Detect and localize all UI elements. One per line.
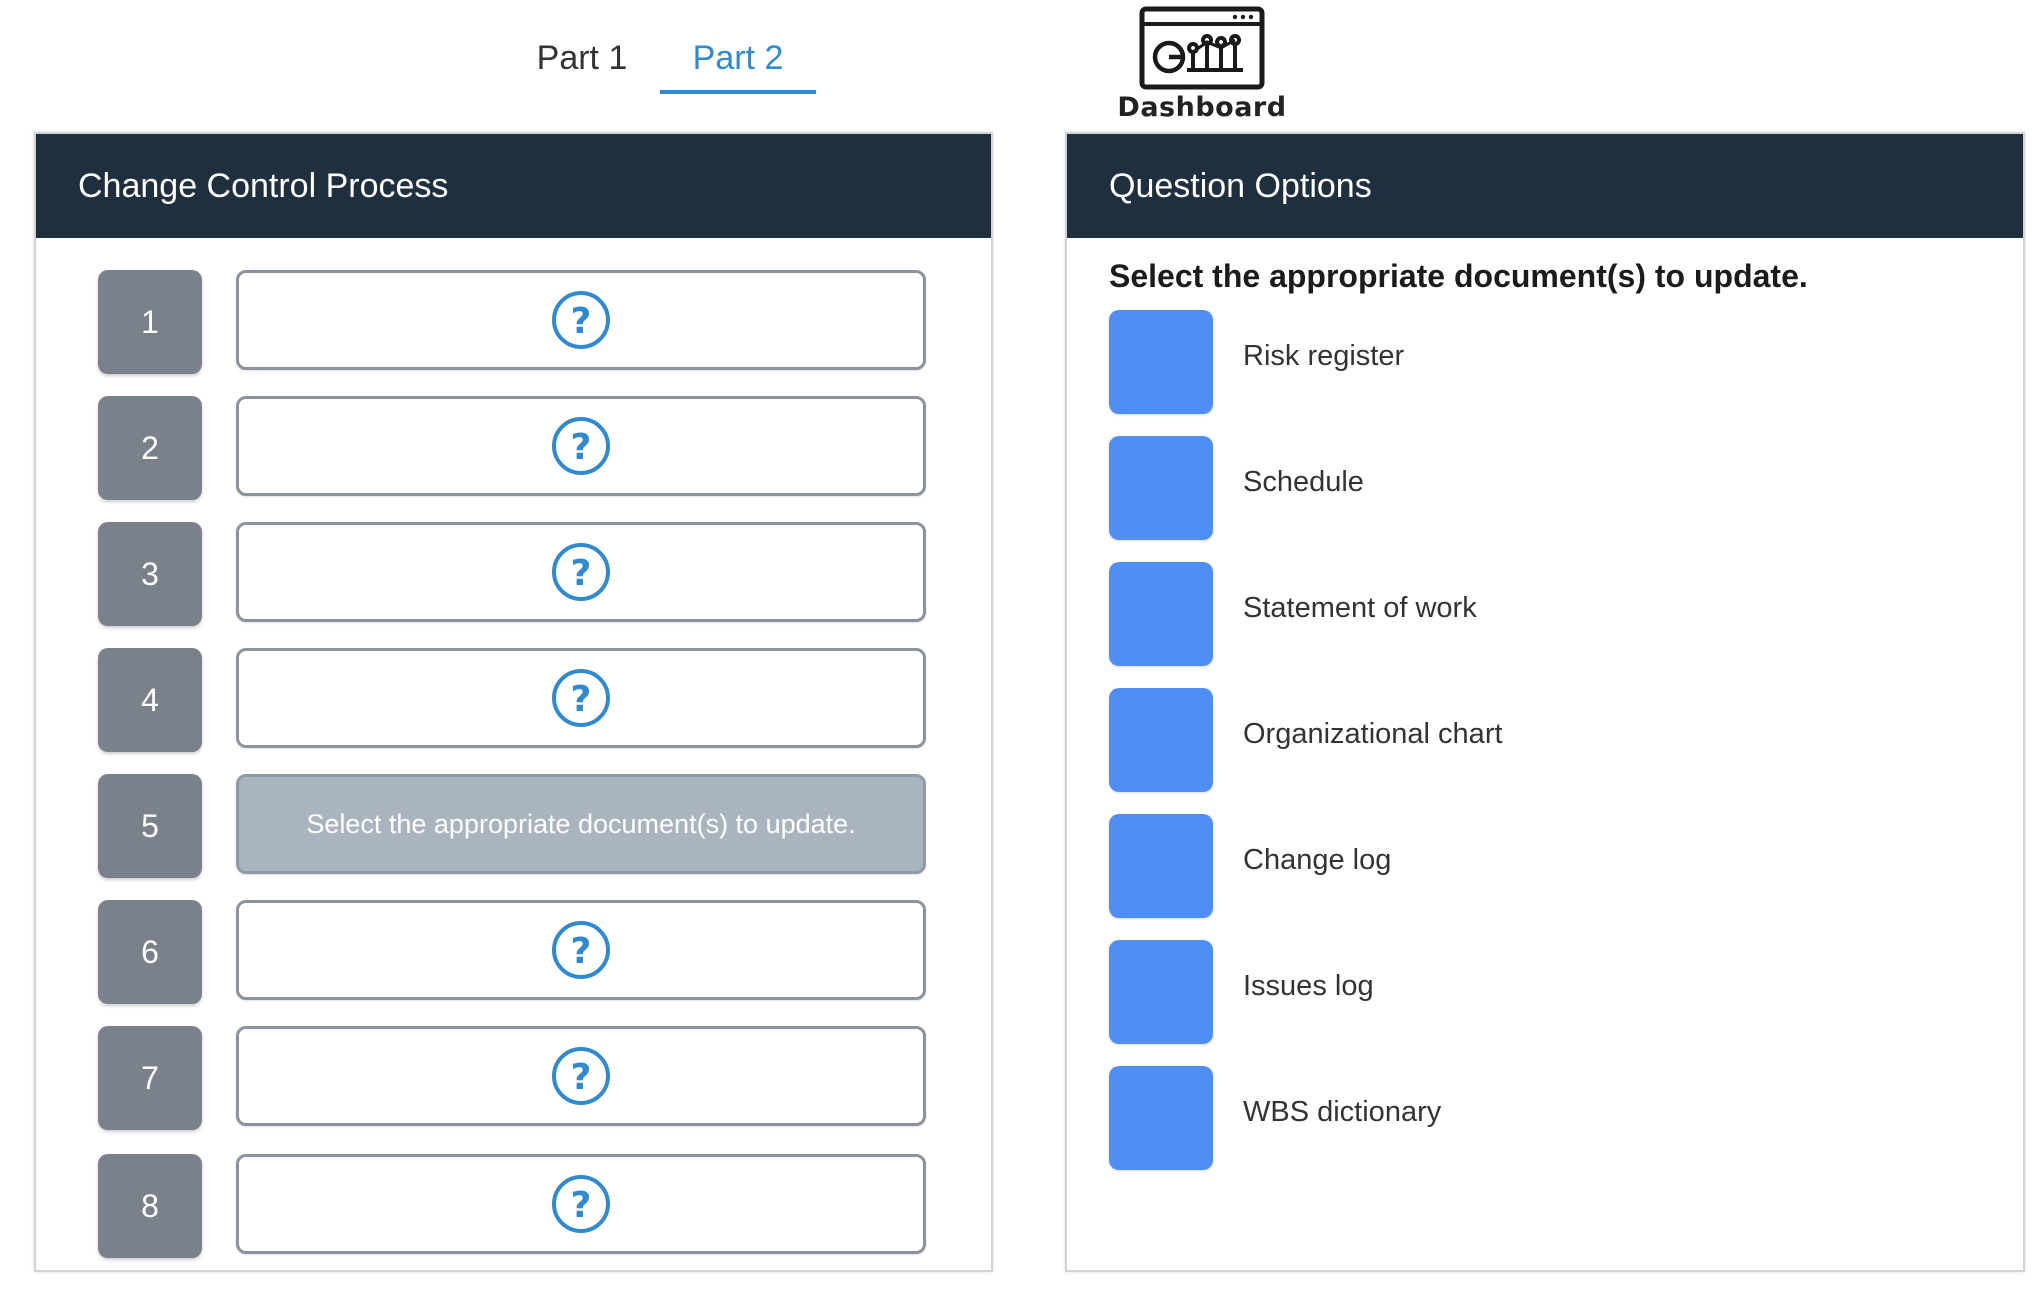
option-label: Organizational chart (1243, 718, 1503, 750)
svg-text:?: ? (571, 553, 592, 594)
step-row-8: 8 ? (98, 1154, 958, 1258)
step-number: 8 (98, 1154, 202, 1258)
question-prompt: Select the appropriate document(s) to up… (1109, 258, 1808, 294)
question-mark-icon: ? (552, 1047, 610, 1105)
question-options-title: Question Options (1067, 134, 2023, 238)
option-checkbox[interactable] (1109, 1066, 1213, 1170)
step-drop-slot-3[interactable]: ? (236, 522, 926, 622)
step-row-5: 5 Select the appropriate document(s) to … (98, 774, 958, 878)
option-organizational-chart[interactable]: Organizational chart (1109, 688, 1909, 792)
change-control-panel: Change Control Process 1 ? 2 ? 3 ? 4 ? 5… (34, 132, 993, 1272)
option-label: Issues log (1243, 970, 1374, 1002)
option-checkbox[interactable] (1109, 814, 1213, 918)
option-label: Schedule (1243, 466, 1364, 498)
step-number: 6 (98, 900, 202, 1004)
question-mark-icon: ? (552, 291, 610, 349)
step-row-1: 1 ? (98, 270, 958, 374)
step-drop-slot-4[interactable]: ? (236, 648, 926, 748)
question-mark-icon: ? (552, 543, 610, 601)
step-row-2: 2 ? (98, 396, 958, 500)
svg-text:?: ? (571, 301, 592, 342)
svg-text:?: ? (571, 1057, 592, 1098)
option-checkbox[interactable] (1109, 940, 1213, 1044)
svg-text:?: ? (571, 679, 592, 720)
step-row-3: 3 ? (98, 522, 958, 626)
tab-part-2[interactable]: Part 2 (660, 22, 816, 94)
option-checkbox[interactable] (1109, 688, 1213, 792)
step-number: 7 (98, 1026, 202, 1130)
option-label: WBS dictionary (1243, 1096, 1442, 1128)
question-options-panel: Question Options Select the appropriate … (1065, 132, 2025, 1272)
dashboard-icon (1139, 6, 1265, 90)
tab-part-1[interactable]: Part 1 (504, 22, 660, 94)
step-drop-slot-1[interactable]: ? (236, 270, 926, 370)
step-row-4: 4 ? (98, 648, 958, 752)
step-drop-slot-6[interactable]: ? (236, 900, 926, 1000)
option-risk-register[interactable]: Risk register (1109, 310, 1909, 414)
option-label: Change log (1243, 844, 1392, 876)
change-control-title: Change Control Process (36, 134, 991, 238)
question-mark-icon: ? (552, 669, 610, 727)
option-schedule[interactable]: Schedule (1109, 436, 1909, 540)
step-drop-slot-5[interactable]: Select the appropriate document(s) to up… (236, 774, 926, 874)
step-number: 2 (98, 396, 202, 500)
option-checkbox[interactable] (1109, 310, 1213, 414)
svg-text:?: ? (571, 931, 592, 972)
dashboard-label: Dashboard (1117, 92, 1287, 123)
app-stage: Part 1 Part 2 Dashboard Change Control P… (0, 0, 2044, 1294)
svg-text:?: ? (571, 1185, 592, 1226)
step-number: 4 (98, 648, 202, 752)
option-checkbox[interactable] (1109, 562, 1213, 666)
option-statement-of-work[interactable]: Statement of work (1109, 562, 1909, 666)
step-number: 5 (98, 774, 202, 878)
step-row-6: 6 ? (98, 900, 958, 1004)
question-mark-icon: ? (552, 417, 610, 475)
question-mark-icon: ? (552, 1175, 610, 1233)
svg-text:?: ? (571, 427, 592, 468)
question-mark-icon: ? (552, 921, 610, 979)
option-wbs-dictionary[interactable]: WBS dictionary (1109, 1066, 1909, 1170)
step-drop-slot-8[interactable]: ? (236, 1154, 926, 1254)
step-number: 1 (98, 270, 202, 374)
dashboard-button[interactable]: Dashboard (1112, 6, 1292, 126)
step-drop-slot-7[interactable]: ? (236, 1026, 926, 1126)
option-change-log[interactable]: Change log (1109, 814, 1909, 918)
step-drop-slot-2[interactable]: ? (236, 396, 926, 496)
part-tabs: Part 1 Part 2 (504, 22, 816, 94)
step-row-7: 7 ? (98, 1026, 958, 1130)
option-issues-log[interactable]: Issues log (1109, 940, 1909, 1044)
option-label: Risk register (1243, 340, 1405, 372)
option-checkbox[interactable] (1109, 436, 1213, 540)
option-label: Statement of work (1243, 592, 1477, 624)
step-number: 3 (98, 522, 202, 626)
